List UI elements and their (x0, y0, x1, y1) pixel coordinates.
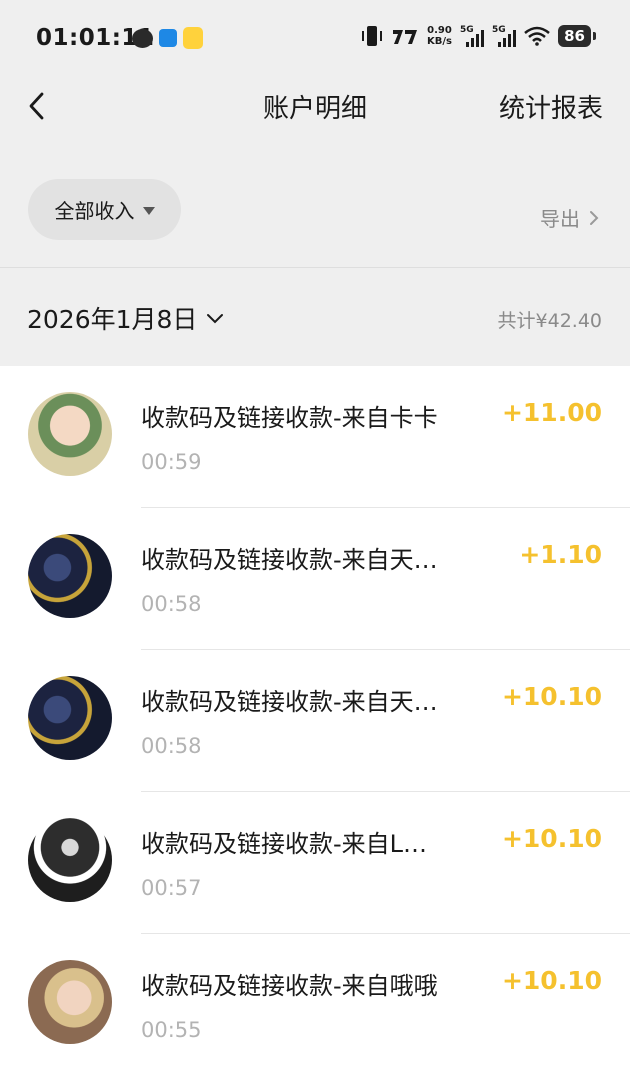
avatar (28, 818, 112, 902)
avatar (28, 392, 112, 476)
transaction-title: 收款码及链接收款-来自天… (141, 688, 438, 716)
transaction-title: 收款码及链接收款-来自L… (141, 830, 428, 858)
transaction-amount: +1.10 (519, 540, 602, 569)
carrier-icon (393, 30, 418, 44)
filter-bar: 全部收入 导出 (0, 170, 630, 268)
network-speed-value: 0.90 (427, 25, 452, 36)
filter-label: 全部收入 (54, 199, 135, 223)
signal-bars-icon (498, 30, 516, 47)
wifi-icon (524, 26, 550, 46)
transaction-item[interactable]: 收款码及链接收款-来自天… +1.10 00:58 (0, 508, 630, 650)
signal-5g-2: 5G (492, 25, 516, 47)
vibrate-icon (362, 26, 383, 46)
transaction-amount: +10.10 (501, 682, 602, 711)
battery-tip (593, 32, 596, 40)
transaction-time: 00:57 (141, 876, 202, 900)
transaction-title: 收款码及链接收款-来自天… (141, 546, 438, 574)
daily-total: 共计¥42.40 (497, 310, 602, 332)
wechat-icon (132, 28, 153, 48)
transaction-item[interactable]: 收款码及链接收款-来自天… +10.10 00:58 (0, 650, 630, 792)
transaction-time: 00:58 (141, 734, 202, 758)
battery-indicator: 86 (558, 25, 591, 47)
avatar (28, 534, 112, 618)
status-bar: 01:01:11 0.90 KB/s 5G 5G 86 (0, 0, 630, 76)
transaction-item[interactable]: 收款码及链接收款-来自哦哦 +10.10 00:55 (0, 934, 630, 1072)
avatar (28, 960, 112, 1044)
avatar (28, 676, 112, 760)
selected-date: 2026年1月8日 (27, 305, 198, 334)
transaction-amount: +11.00 (501, 398, 602, 427)
blue-app-icon (159, 29, 177, 47)
transaction-title: 收款码及链接收款-来自哦哦 (141, 972, 438, 1000)
transaction-title: 收款码及链接收款-来自卡卡 (141, 404, 438, 432)
transaction-time: 00:58 (141, 592, 202, 616)
transaction-item[interactable]: 收款码及链接收款-来自卡卡 +11.00 00:59 (0, 366, 630, 508)
signal-5g-1: 5G (460, 25, 484, 47)
transaction-time: 00:55 (141, 1018, 202, 1042)
transaction-amount: +10.10 (501, 824, 602, 853)
network-speed: 0.90 KB/s (427, 25, 452, 47)
transaction-list: 收款码及链接收款-来自卡卡 +11.00 00:59 收款码及链接收款-来自天…… (0, 366, 630, 1072)
status-indicators: 0.90 KB/s 5G 5G 86 (361, 24, 596, 48)
chevron-right-icon (590, 210, 599, 225)
network-speed-unit: KB/s (427, 36, 452, 47)
yellow-app-icon (183, 27, 203, 49)
export-label: 导出 (540, 207, 580, 231)
statistics-report-link[interactable]: 统计报表 (499, 88, 603, 125)
notification-icons (132, 27, 203, 49)
transaction-time: 00:59 (141, 450, 202, 474)
income-filter-dropdown[interactable]: 全部收入 (28, 179, 181, 240)
date-picker[interactable]: 2026年1月8日 (27, 300, 225, 336)
signal-bars-icon (466, 30, 484, 47)
transaction-amount: +10.10 (501, 966, 602, 995)
chevron-down-icon (207, 314, 224, 324)
date-summary-bar: 2026年1月8日 共计¥42.40 (0, 268, 630, 366)
export-button[interactable]: 导出 (540, 203, 600, 232)
transaction-item[interactable]: 收款码及链接收款-来自L… +10.10 00:57 (0, 792, 630, 934)
caret-down-icon (142, 206, 155, 215)
nav-bar: 账户明细 统计报表 (0, 76, 630, 170)
